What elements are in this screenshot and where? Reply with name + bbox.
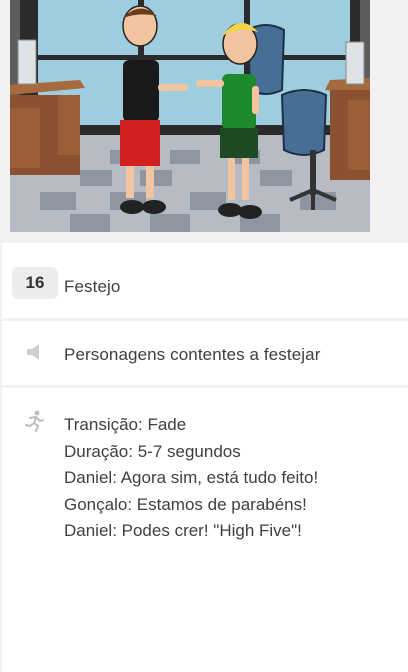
running-figure-icon [24, 410, 46, 437]
notes-list: Transição: Fade Duração: 5-7 segundos Da… [64, 412, 318, 545]
notes-row: Transição: Fade Duração: 5-7 segundos Da… [2, 388, 408, 672]
note-line: Daniel: Podes crer! "High Five"! [64, 521, 302, 540]
cell-title: Festejo [64, 277, 121, 296]
note-line: Gonçalo: Estamos de parabéns! [64, 494, 307, 514]
note-line: Duração: 5-7 segundos [64, 441, 241, 461]
cell-title-row: 16 Festejo [2, 243, 408, 318]
note-line: Transição: Fade [64, 415, 187, 434]
audio-row: Personagens contentes a festejar [2, 321, 408, 385]
cell-number-badge: 16 [12, 267, 58, 299]
storyboard-scene [0, 0, 408, 236]
note-line: Daniel: Agora sim, está tudo feito! [64, 468, 319, 487]
scene-illustration [10, 0, 370, 232]
audio-description: Personagens contentes a festejar [64, 345, 321, 364]
speaker-icon [26, 343, 42, 366]
